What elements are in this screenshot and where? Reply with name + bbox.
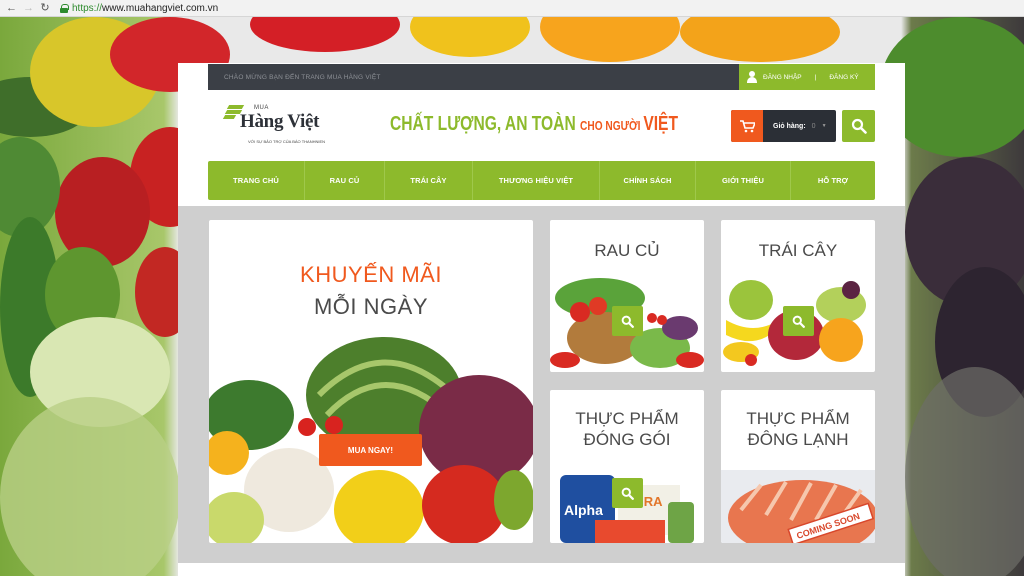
category-card-dong-lanh[interactable]: THỰC PHẨM ĐÔNG LẠNH COMING SOON	[721, 390, 875, 543]
back-icon[interactable]: ←	[6, 2, 17, 14]
auth-separator: |	[814, 73, 817, 81]
footer-strip	[178, 563, 905, 576]
user-icon	[747, 71, 757, 83]
promo-card[interactable]: KHUYẾN MÃI MỖI NGÀY MUA NGAY!	[209, 220, 533, 543]
nav-item-trai-cay[interactable]: TRÁI CÂY	[385, 161, 473, 200]
logo-tagline: VỚI SỰ BẢO TRỢ CỦA BÁO THANHNIEN	[248, 139, 326, 144]
main-nav: TRANG CHỦ RAU CỦ TRÁI CÂY THƯƠNG HIỆU VI…	[208, 161, 875, 200]
reload-icon[interactable]: ↻	[40, 2, 50, 14]
category-card-rau-cu[interactable]: RAU CỦ	[550, 220, 704, 372]
register-link[interactable]: ĐĂNG KÝ	[829, 74, 858, 81]
search-icon	[792, 315, 805, 328]
search-icon	[851, 118, 867, 134]
fruit-basket-image	[723, 280, 866, 366]
login-link[interactable]: ĐĂNG NHẬP	[763, 74, 802, 81]
top-bar: CHÀO MỪNG BẠN ĐẾN TRANG MUA HÀNG VIỆT ĐĂ…	[208, 64, 875, 90]
vegetable-basket-image	[550, 278, 704, 368]
nav-item-chinh-sach[interactable]: CHÍNH SÁCH	[600, 161, 696, 200]
chevron-down-icon: ▼	[821, 123, 827, 129]
nav-item-rau-cu[interactable]: RAU CỦ	[305, 161, 385, 200]
zoom-button[interactable]	[783, 306, 814, 336]
browser-toolbar: ← → ↻ https://www.muahangviet.com.vn	[0, 0, 1024, 17]
site-container: CHÀO MỪNG BẠN ĐẾN TRANG MUA HÀNG VIỆT ĐĂ…	[178, 63, 905, 576]
cart-label: Giỏ hàng:	[773, 122, 806, 130]
promo-produce-image	[209, 337, 533, 543]
search-icon	[621, 315, 634, 328]
nav-item-home[interactable]: TRANG CHỦ	[208, 161, 305, 200]
auth-panel: ĐĂNG NHẬP | ĐĂNG KÝ	[739, 64, 875, 90]
slogan-main: CHẤT LƯỢNG, AN TOÀN	[390, 113, 581, 135]
nav-item-thuong-hieu-viet[interactable]: THƯƠNG HIỆU VIỆT	[473, 161, 600, 200]
address-bar[interactable]: https://www.muahangviet.com.vn	[60, 3, 218, 14]
forward-icon[interactable]: →	[23, 2, 34, 14]
zoom-button[interactable]	[612, 478, 643, 508]
welcome-text: CHÀO MỪNG BẠN ĐẾN TRANG MUA HÀNG VIỆT	[224, 73, 381, 81]
buy-now-button[interactable]: MUA NGAY!	[319, 434, 422, 466]
zoom-button[interactable]	[612, 306, 643, 336]
site-logo[interactable]: MUA Hàng Việt VỚI SỰ BẢO TRỢ CỦA BÁO THA…	[222, 105, 326, 151]
slogan-viet: VIỆT	[643, 113, 678, 135]
cart-count: 0	[811, 122, 816, 130]
logo-name: Hàng Việt	[240, 111, 320, 132]
frozen-salmon-image: COMING SOON	[721, 470, 875, 543]
category-card-dong-goi[interactable]: THỰC PHẨM ĐÓNG GÓI Alpha HURA	[550, 390, 704, 543]
cart-button[interactable]: Giỏ hàng: 0 ▼	[731, 110, 836, 142]
search-button[interactable]	[842, 110, 875, 142]
url-host: www.muahangviet.com.vn	[102, 2, 219, 14]
slogan-small: CHO NGƯỜI	[580, 118, 644, 133]
nav-item-gioi-thieu[interactable]: GIỚI THIỆU	[696, 161, 791, 200]
search-icon	[621, 487, 634, 500]
category-card-trai-cay[interactable]: TRÁI CÂY	[721, 220, 875, 372]
url-scheme: https://	[72, 2, 103, 14]
cart-icon	[731, 110, 763, 142]
packaged-food-image: Alpha HURA	[560, 475, 694, 543]
slogan: CHẤT LƯỢNG, AN TOÀN CHO NGƯỜI VIỆT	[390, 113, 678, 136]
package-alpha-text: Alpha	[564, 502, 603, 518]
nav-item-ho-tro[interactable]: HỖ TRỢ	[791, 161, 875, 200]
lock-icon	[60, 3, 69, 13]
